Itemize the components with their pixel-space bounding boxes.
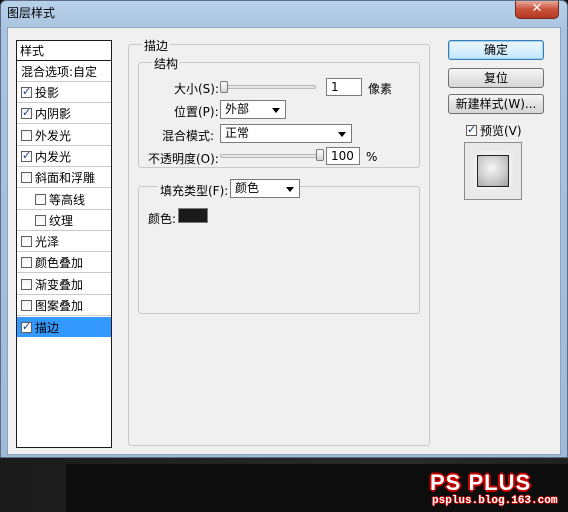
list-header-label: 样式 [20, 44, 45, 58]
position-select[interactable]: 外部 [220, 100, 286, 119]
list-item-label: 外发光 [35, 128, 72, 143]
blend-mode-label: 混合模式: [162, 129, 215, 143]
size-input[interactable]: 1 [326, 78, 362, 96]
preview-thumbnail [464, 142, 522, 200]
reset-button[interactable]: 复位 [448, 68, 544, 88]
fill-type-select[interactable]: 颜色 [230, 179, 300, 198]
stroke-group-title: 描边 [142, 37, 171, 54]
list-item-style[interactable]: 等高线 [17, 190, 111, 210]
chevron-down-icon [338, 132, 346, 137]
preview-checkbox[interactable] [466, 123, 477, 136]
color-label: 颜色: [148, 212, 177, 226]
list-item-style[interactable]: 内发光 [17, 147, 111, 167]
list-item-label: 内阴影 [35, 107, 72, 122]
style-checkbox[interactable] [21, 257, 32, 269]
style-checkbox[interactable] [21, 300, 32, 311]
opacity-label: 不透明度(O): [148, 152, 219, 166]
fill-type-label: 填充类型(F): [158, 182, 231, 199]
list-item-label: 混合选项:自定 [21, 65, 98, 79]
list-item-label: 等高线 [49, 192, 86, 207]
list-item-style[interactable]: 光泽 [17, 232, 111, 253]
blend-mode-select[interactable]: 正常 [220, 124, 352, 143]
list-item-label: 内发光 [35, 149, 72, 164]
position-label: 位置(P): [174, 105, 219, 119]
list-item-label: 图案叠加 [35, 299, 84, 313]
stroke-color-swatch[interactable] [178, 208, 208, 223]
list-item-label: 纹理 [49, 213, 74, 228]
list-item-label: 渐变叠加 [35, 277, 84, 292]
style-checkbox[interactable] [35, 193, 46, 205]
chevron-down-icon [272, 108, 280, 113]
opacity-unit: % [366, 150, 378, 164]
list-item-style[interactable]: 描边 [17, 317, 111, 338]
list-item-label: 颜色叠加 [35, 256, 84, 271]
list-item-style[interactable]: 颜色叠加 [17, 253, 111, 274]
title-bar[interactable]: 图层样式 ✕ [1, 1, 567, 25]
list-item-blend-options[interactable]: 混合选项:自定 [17, 62, 111, 82]
logo-sub-text: psplus.blog.163.com [432, 495, 558, 507]
fill-group [138, 186, 420, 314]
size-slider-track[interactable] [220, 85, 316, 89]
chevron-down-icon [286, 187, 294, 192]
list-item-label: 斜面和浮雕 [35, 171, 96, 186]
opacity-slider-track[interactable] [220, 154, 322, 158]
list-item-style[interactable]: 内阴影 [17, 104, 111, 125]
list-item-style[interactable]: 图案叠加 [17, 296, 111, 316]
size-unit: 像素 [368, 82, 393, 96]
opacity-slider-thumb[interactable] [316, 149, 324, 161]
size-slider-thumb[interactable] [220, 81, 228, 93]
list-item-label: 光泽 [35, 235, 60, 250]
fill-type-select-value: 颜色 [235, 181, 260, 195]
close-icon: ✕ [531, 1, 543, 16]
list-header-styles[interactable]: 样式 [17, 41, 111, 61]
ok-button[interactable]: 确定 [448, 40, 544, 60]
style-checkbox[interactable] [35, 214, 46, 226]
dialog-client: 样式 混合选项:自定 投影内阴影外发光内发光斜面和浮雕等高线纹理光泽颜色叠加渐变… [7, 27, 561, 455]
list-item-label: 描边 [35, 320, 60, 335]
style-checkbox[interactable] [21, 320, 32, 333]
style-list: 样式 混合选项:自定 投影内阴影外发光内发光斜面和浮雕等高线纹理光泽颜色叠加渐变… [16, 40, 112, 448]
blend-mode-select-value: 正常 [225, 126, 250, 140]
list-item-style[interactable]: 外发光 [17, 126, 111, 146]
size-label: 大小(S): [174, 82, 220, 96]
opacity-input[interactable]: 100 [326, 147, 360, 165]
layer-style-dialog: 图层样式 ✕ 样式 混合选项:自定 投影内阴影外发光内发光斜面和浮雕等高线纹理光… [0, 0, 568, 458]
style-checkbox[interactable] [21, 129, 32, 141]
style-checkbox[interactable] [21, 278, 32, 290]
list-item-style[interactable]: 纹理 [17, 211, 111, 231]
list-item-style[interactable]: 渐变叠加 [17, 275, 111, 295]
style-checkbox[interactable] [21, 149, 32, 162]
list-item-style[interactable]: 投影 [17, 83, 111, 103]
preview-label: 预览(V) [480, 124, 522, 138]
style-checkbox[interactable] [21, 106, 32, 120]
style-checkbox[interactable] [21, 236, 32, 248]
structure-group-title: 结构 [152, 55, 181, 72]
close-button[interactable]: ✕ [515, 1, 559, 19]
logo-main-text: PS PLUS [430, 470, 532, 495]
preview-checkbox-row[interactable]: 预览(V) [466, 122, 522, 139]
new-style-button[interactable]: 新建样式(W)... [448, 94, 544, 114]
position-select-value: 外部 [225, 102, 250, 116]
style-checkbox[interactable] [21, 85, 32, 98]
style-checkbox[interactable] [21, 172, 32, 184]
preview-swatch [477, 155, 509, 187]
psplus-logo: PS PLUS psplus.blog.163.com [430, 470, 562, 508]
list-item-label: 投影 [35, 86, 60, 100]
window-title: 图层样式 [7, 6, 56, 20]
list-item-style[interactable]: 斜面和浮雕 [17, 168, 111, 189]
